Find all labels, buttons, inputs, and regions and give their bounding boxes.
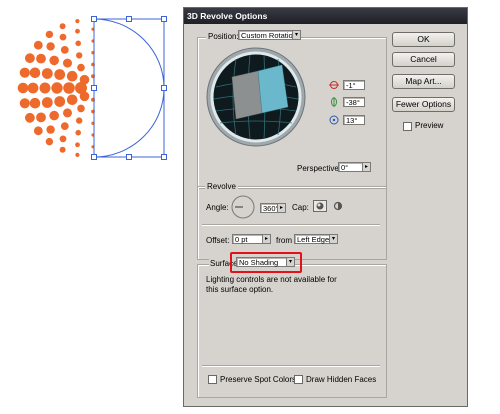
orange-dot — [41, 68, 53, 79]
artboard-revolve-profile — [17, 16, 167, 160]
orange-dot — [46, 42, 55, 51]
from-select[interactable]: Left Edge ▾ — [294, 234, 338, 244]
orange-dot — [75, 40, 81, 47]
cap-off-icon[interactable] — [332, 201, 344, 211]
chevron-right-icon[interactable]: ▸ — [277, 203, 286, 213]
preserve-spot-checkbox[interactable] — [208, 375, 217, 384]
orange-dot — [17, 82, 29, 94]
chevron-right-icon[interactable]: ▸ — [262, 234, 271, 244]
orange-dot — [66, 70, 78, 82]
orange-dot — [60, 122, 69, 130]
orange-dot — [25, 53, 35, 64]
orange-dot — [76, 117, 83, 124]
orange-dot — [33, 126, 43, 136]
from-select-value: Left Edge — [297, 235, 330, 244]
orange-dot — [45, 137, 54, 146]
selection-handles[interactable] — [91, 16, 167, 160]
cap-label: Cap: — [292, 203, 309, 212]
preview-checkbox[interactable] — [403, 122, 412, 131]
perspective-field[interactable]: 0° ▸ — [338, 162, 371, 172]
orange-dot — [19, 67, 30, 78]
chevron-down-icon[interactable]: ▾ — [329, 234, 338, 244]
fewer-options-button[interactable]: Fewer Options — [392, 97, 455, 112]
angle-label: Angle: — [206, 203, 229, 212]
selection-bounding-box[interactable] — [93, 18, 165, 158]
angle-field[interactable]: 360° ▸ — [260, 203, 286, 213]
rotation-track-cube[interactable] — [206, 47, 306, 147]
orange-dot-pattern — [17, 17, 95, 159]
orange-dot — [75, 142, 80, 148]
offset-field[interactable]: 0 pt ▸ — [232, 234, 271, 244]
rotate-y-icon — [331, 97, 337, 107]
dialog-title: 3D Revolve Options — [184, 8, 467, 24]
rotate-x-field[interactable]: -1° — [343, 80, 365, 90]
from-label: from — [276, 236, 292, 245]
perspective-label: Perspective: — [297, 164, 342, 173]
orange-dot — [36, 112, 46, 123]
position-select[interactable]: Custom Rotation ▾ — [238, 30, 301, 40]
offset-label: Offset: — [206, 236, 230, 245]
rotate-z-icon — [329, 115, 339, 125]
orange-dot — [75, 28, 80, 34]
orange-dot — [66, 94, 78, 106]
rotate-z-field[interactable]: 13° — [343, 115, 365, 125]
orange-dot — [60, 46, 69, 54]
orange-dot — [49, 110, 59, 121]
perspective-value: 0° — [341, 163, 349, 172]
orange-dot — [54, 69, 66, 80]
revolve-divider — [202, 224, 380, 226]
orange-dot — [29, 97, 41, 109]
revolve-group — [197, 186, 387, 260]
surface-highlight — [230, 252, 302, 273]
draw-hidden-label: Draw Hidden Faces — [306, 375, 377, 384]
ok-button[interactable]: OK — [392, 32, 455, 47]
cap-on-button[interactable] — [313, 200, 327, 212]
orange-dot — [25, 112, 35, 123]
orange-dot — [79, 74, 90, 85]
map-art-button[interactable]: Map Art... — [392, 74, 455, 89]
orange-dot — [76, 52, 83, 59]
orange-dot — [63, 82, 75, 94]
orange-dot — [59, 146, 66, 153]
rotate-y-field[interactable]: -38° — [343, 97, 365, 107]
rotate-x-icon — [329, 81, 339, 89]
revolve-title: Revolve — [205, 182, 238, 191]
chevron-right-icon[interactable]: ▸ — [362, 162, 371, 172]
orange-dot — [59, 135, 67, 143]
angle-dial[interactable] — [231, 195, 255, 219]
surface-message: Lighting controls are not available for … — [206, 275, 337, 294]
orange-dot — [29, 67, 41, 79]
offset-value: 0 pt — [235, 235, 248, 244]
chevron-down-icon[interactable]: ▾ — [292, 30, 301, 40]
orange-dot — [49, 55, 59, 66]
draw-hidden-checkbox[interactable] — [294, 375, 303, 384]
orange-dot — [75, 152, 80, 157]
orange-dot — [46, 125, 55, 134]
position-select-value: Custom Rotation — [241, 31, 297, 40]
position-label: Position: — [206, 32, 241, 41]
orange-dot — [51, 82, 63, 94]
orange-dot — [27, 82, 39, 94]
orange-dot — [45, 30, 54, 39]
preserve-spot-label: Preserve Spot Colors — [220, 375, 297, 384]
orange-dot — [75, 19, 80, 24]
orange-dot — [19, 98, 30, 109]
bottom-divider — [202, 365, 380, 367]
orange-dot — [77, 104, 85, 113]
orange-dot — [59, 23, 66, 30]
revolve-options-dialog: 3D Revolve Options Position: Custom Rota… — [183, 7, 468, 407]
orange-dot — [36, 53, 46, 64]
orange-dot — [39, 82, 51, 94]
orange-dot — [77, 63, 85, 72]
orange-dot — [59, 33, 67, 41]
orange-dot — [75, 129, 81, 136]
preview-label: Preview — [415, 121, 444, 130]
orange-dot — [63, 108, 72, 118]
cancel-button[interactable]: Cancel — [392, 52, 455, 67]
cap-on-icon — [316, 202, 324, 210]
orange-dot — [33, 40, 43, 50]
orange-dot — [63, 58, 72, 68]
orange-dot — [54, 96, 66, 107]
orange-dot — [41, 97, 53, 108]
